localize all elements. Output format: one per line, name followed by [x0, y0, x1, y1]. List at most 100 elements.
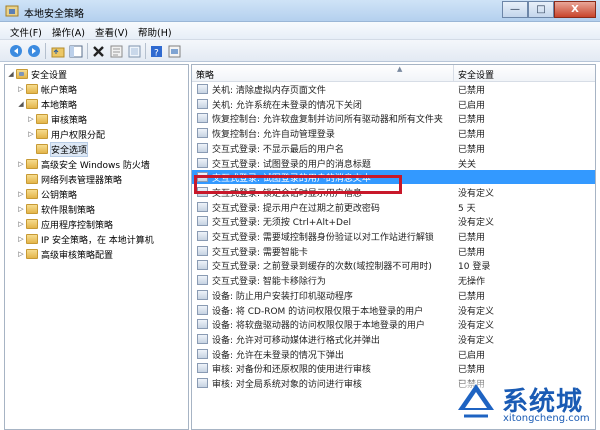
- expand-arrow-icon[interactable]: ◢: [7, 70, 15, 78]
- tree-item-ip-security[interactable]: ▷ IP 安全策略，在 本地计算机: [17, 232, 154, 246]
- minimize-button[interactable]: —: [502, 1, 528, 18]
- policy-icon: [197, 363, 208, 374]
- help-icon[interactable]: ?: [148, 43, 164, 59]
- expand-arrow-icon[interactable]: ▷: [17, 250, 25, 258]
- policy-setting: 已启用: [458, 350, 486, 361]
- policy-row[interactable]: 交互式登录: 试图登录的用户的消息标题 关关: [192, 156, 595, 170]
- export-list-icon[interactable]: [126, 43, 142, 59]
- toolbar-separator: [87, 43, 88, 59]
- folder-icon: [26, 249, 38, 259]
- policy-row[interactable]: 交互式登录: 需要域控制器身份验证以对工作站进行解锁 已禁用: [192, 229, 595, 243]
- policy-setting: 已禁用: [458, 144, 486, 155]
- tree-item-account-policies[interactable]: ▷ 帐户策略: [17, 82, 77, 96]
- back-arrow-icon[interactable]: [8, 43, 24, 59]
- policy-setting: 没有定义: [458, 188, 495, 199]
- close-button[interactable]: X: [554, 1, 596, 18]
- policy-row[interactable]: 交互式登录: 需要智能卡 已禁用: [192, 244, 595, 258]
- show-hide-tree-icon[interactable]: [68, 43, 84, 59]
- column-header-setting[interactable]: 安全设置: [454, 65, 595, 82]
- security-settings-icon: [16, 69, 28, 79]
- expand-arrow-icon[interactable]: ▷: [27, 130, 35, 138]
- menu-help[interactable]: 帮助(H): [138, 25, 172, 39]
- menu-file[interactable]: 文件(F): [10, 25, 42, 39]
- tree-item-firewall[interactable]: ▷ 高级安全 Windows 防火墙: [17, 157, 150, 171]
- policy-setting: 关关: [458, 159, 477, 170]
- tree-item-security-settings[interactable]: ◢ 安全设置: [7, 67, 67, 81]
- menu-bar: 文件(F) 操作(A) 查看(V) 帮助(H): [0, 22, 600, 40]
- policy-row[interactable]: 审核: 对备份和还原权限的使用进行审核 已禁用: [192, 361, 595, 375]
- maximize-button[interactable]: □: [528, 1, 554, 18]
- expand-arrow-icon[interactable]: ▷: [27, 115, 35, 123]
- policy-setting: 没有定义: [458, 321, 495, 332]
- folder-icon: [26, 99, 38, 109]
- policy-row[interactable]: 交互式登录: 智能卡移除行为 无操作: [192, 273, 595, 287]
- policy-name: 交互式登录: 需要域控制器身份验证以对工作站进行解锁: [212, 233, 434, 243]
- policy-row[interactable]: 设备: 将 CD-ROM 的访问权限仅限于本地登录的用户 没有定义: [192, 303, 595, 317]
- up-folder-icon[interactable]: [50, 43, 66, 59]
- tree-item-security-options[interactable]: 安全选项: [27, 141, 89, 157]
- policy-icon: [197, 113, 208, 124]
- expand-arrow-icon[interactable]: ▷: [17, 85, 25, 93]
- policy-icon: [197, 245, 208, 256]
- properties-icon[interactable]: [108, 43, 124, 59]
- policy-setting: 已启用: [458, 100, 486, 111]
- tree-item-user-rights[interactable]: ▷ 用户权限分配: [27, 127, 105, 141]
- expand-arrow-icon[interactable]: ◢: [17, 100, 25, 108]
- policy-icon: [197, 142, 208, 153]
- tree-item-software-restriction[interactable]: ▷ 软件限制策略: [17, 202, 95, 216]
- policy-row[interactable]: 关机: 清除虚拟内存页面文件 已禁用: [192, 82, 595, 96]
- policy-row[interactable]: 交互式登录: 之前登录到缓存的次数(域控制器不可用时) 10 登录: [192, 258, 595, 272]
- tree-item-network-list[interactable]: 网络列表管理器策略: [17, 172, 122, 186]
- policy-row[interactable]: 恢复控制台: 允许自动管理登录 已禁用: [192, 126, 595, 140]
- window-controls: — □ X: [502, 1, 596, 19]
- folder-icon: [26, 174, 38, 184]
- expand-arrow-icon[interactable]: ▷: [17, 220, 25, 228]
- expand-arrow-icon[interactable]: ▷: [17, 160, 25, 168]
- policy-row[interactable]: 交互式登录: 无须按 Ctrl+Alt+Del 没有定义: [192, 214, 595, 228]
- policy-row[interactable]: 恢复控制台: 允许软盘复制并访问所有驱动器和所有文件夹 已禁用: [192, 111, 595, 125]
- folder-icon: [36, 144, 48, 154]
- watermark-url: xitongcheng.com: [503, 413, 590, 424]
- policy-row[interactable]: 关机: 允许系统在未登录的情况下关闭 已启用: [192, 97, 595, 111]
- expand-arrow-icon[interactable]: ▷: [17, 235, 25, 243]
- tree-item-advanced-audit[interactable]: ▷ 高级审核策略配置: [17, 247, 113, 261]
- policy-icon: [197, 201, 208, 212]
- policy-row[interactable]: 设备: 防止用户安装打印机驱动程序 已禁用: [192, 288, 595, 302]
- menu-view[interactable]: 查看(V): [95, 25, 128, 39]
- tree-item-public-key[interactable]: ▷ 公钥策略: [17, 187, 77, 201]
- policy-icon: [197, 260, 208, 271]
- policy-name: 关机: 允许系统在未登录的情况下关闭: [212, 100, 362, 111]
- policy-name: 设备: 将 CD-ROM 的访问权限仅限于本地登录的用户: [212, 306, 424, 317]
- menu-action[interactable]: 操作(A): [52, 25, 85, 39]
- policy-icon: [197, 231, 208, 241]
- delete-icon[interactable]: [90, 43, 106, 59]
- policy-row[interactable]: 设备: 允许在未登录的情况下弹出 已启用: [192, 347, 595, 361]
- policy-row[interactable]: 设备: 将软盘驱动器的访问权限仅限于本地登录的用户 没有定义: [192, 317, 595, 331]
- svg-text:?: ?: [154, 48, 159, 58]
- title-bar[interactable]: 本地安全策略 — □ X: [0, 0, 600, 22]
- sort-arrow-icon: ▲: [397, 65, 403, 73]
- view-icon[interactable]: [166, 43, 182, 59]
- policy-name: 设备: 将软盘驱动器的访问权限仅限于本地登录的用户: [212, 321, 425, 332]
- forward-arrow-icon[interactable]: [26, 43, 42, 59]
- policy-name: 交互式登录: 之前登录到缓存的次数(域控制器不可用时): [212, 262, 432, 273]
- tree-item-local-policies[interactable]: ◢ 本地策略: [17, 97, 77, 111]
- policy-setting: 无操作: [458, 277, 486, 288]
- policy-row[interactable]: 设备: 允许对可移动媒体进行格式化并弹出 没有定义: [192, 332, 595, 346]
- policy-name: 交互式登录: 试图登录的用户的消息标题: [212, 159, 371, 170]
- policy-icon: [197, 84, 208, 94]
- policy-row[interactable]: 交互式登录: 不显示最后的用户名 已禁用: [192, 141, 595, 155]
- tree-item-app-control[interactable]: ▷ 应用程序控制策略: [17, 217, 113, 231]
- policy-setting: 已禁用: [458, 291, 486, 302]
- policy-row[interactable]: 交互式登录: 提示用户在过期之前更改密码 5 天: [192, 200, 595, 214]
- firewall-icon: [26, 159, 38, 169]
- policy-setting: 5 天: [458, 203, 476, 214]
- toolbar-separator: [145, 43, 146, 59]
- policy-setting: 10 登录: [458, 262, 491, 273]
- policy-setting: 已禁用: [458, 115, 486, 126]
- folder-icon: [26, 84, 38, 94]
- expand-arrow-icon[interactable]: ▷: [17, 190, 25, 198]
- column-header-policy[interactable]: 策略 ▲: [192, 65, 454, 82]
- expand-arrow-icon[interactable]: ▷: [17, 205, 25, 213]
- tree-item-audit-policy[interactable]: ▷ 审核策略: [27, 112, 87, 126]
